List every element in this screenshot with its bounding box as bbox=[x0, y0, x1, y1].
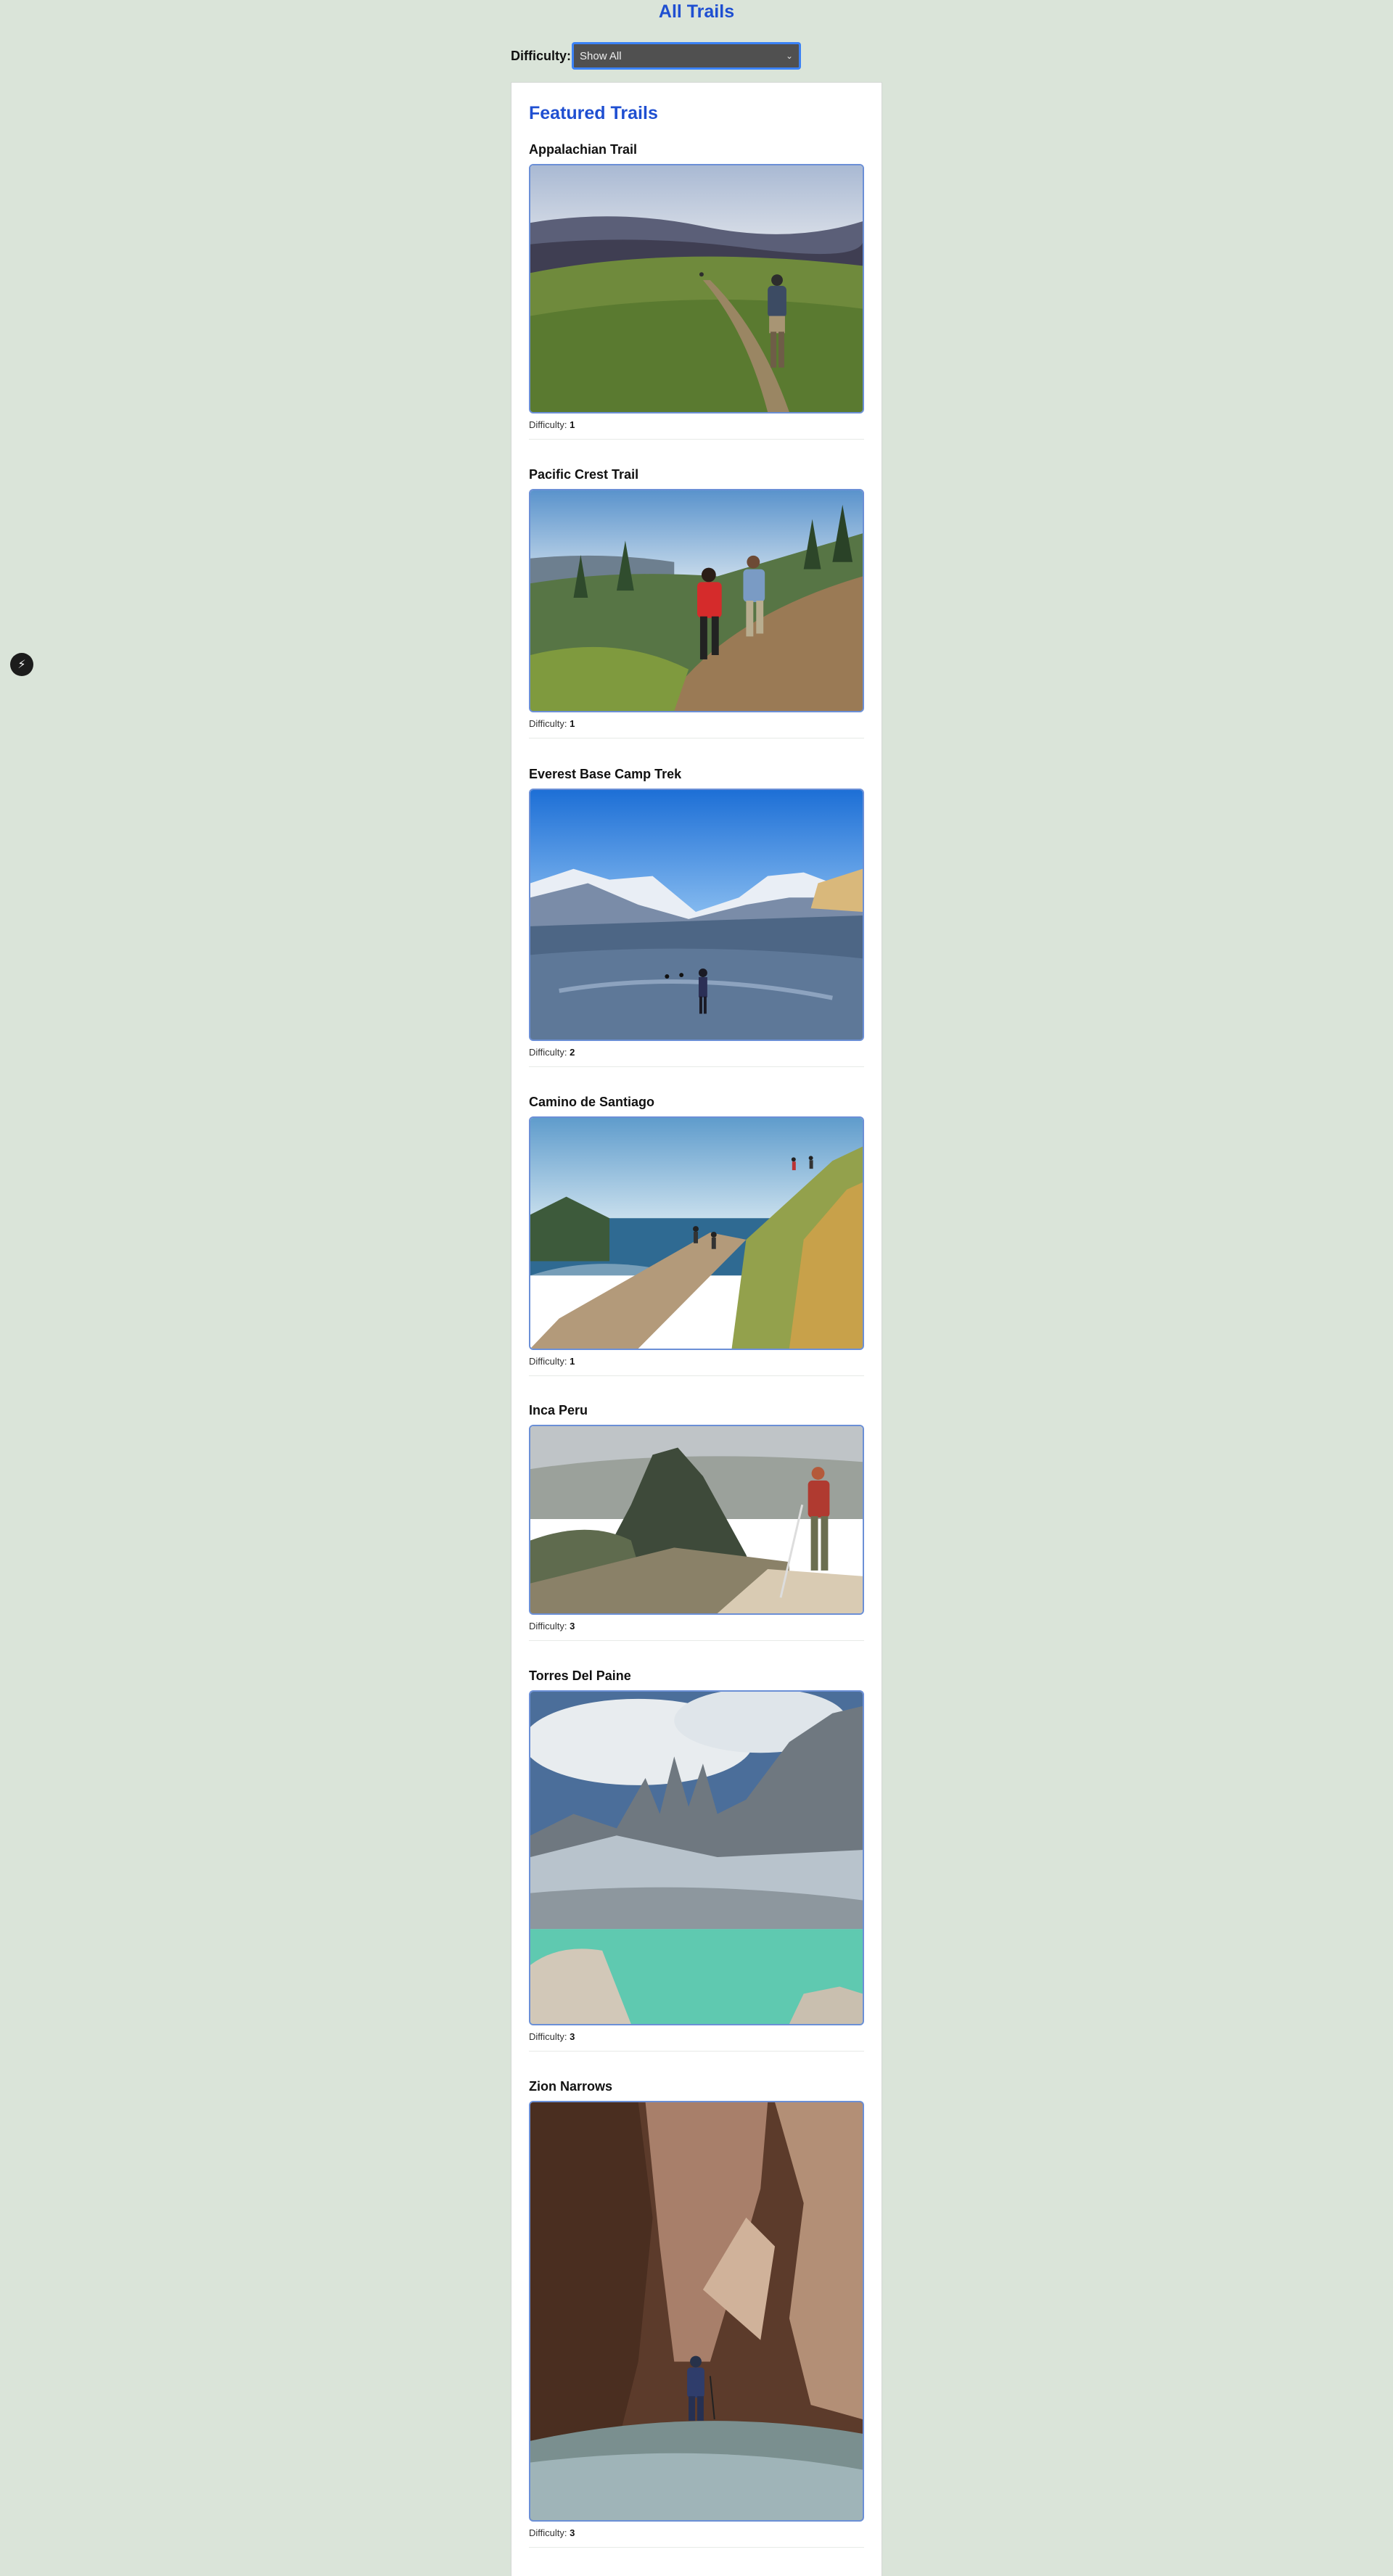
trail-name: Torres Del Paine bbox=[529, 1668, 631, 1683]
trail-difficulty: Difficulty: 1 bbox=[529, 419, 575, 430]
trail-name: Everest Base Camp Trek bbox=[529, 767, 682, 781]
difficulty-filter: Difficulty: Show All ⌄ bbox=[511, 41, 801, 70]
trail-difficulty: Difficulty: 1 bbox=[529, 718, 575, 729]
trail-item: Camino de Santiago Difficulty: 1 bbox=[529, 1095, 864, 1376]
trail-item: Zion Narrows Difficulty: 3 bbox=[529, 2079, 864, 2548]
divider bbox=[529, 2051, 864, 2052]
trail-difficulty: Difficulty: 2 bbox=[529, 1047, 575, 1058]
difficulty-select[interactable]: Show All ⌄ bbox=[572, 42, 801, 70]
trail-item: Torres Del Paine Difficulty: 3 bbox=[529, 1668, 864, 2052]
trail-image[interactable] bbox=[529, 789, 864, 1041]
trail-difficulty: Difficulty: 3 bbox=[529, 2527, 575, 2538]
divider bbox=[529, 1640, 864, 1641]
chevron-down-icon: ⌄ bbox=[785, 51, 793, 61]
trail-name: Zion Narrows bbox=[529, 2079, 613, 2094]
divider bbox=[529, 439, 864, 440]
page-title: All Trails bbox=[658, 1, 735, 22]
divider bbox=[529, 1375, 864, 1376]
divider bbox=[529, 1066, 864, 1067]
trail-image[interactable] bbox=[529, 1116, 864, 1350]
trail-item: Appalachian Trail Difficulty: 1 bbox=[529, 142, 864, 440]
trail-item: Pacific Crest Trail Difficulty: 1 bbox=[529, 467, 864, 738]
trail-image[interactable] bbox=[529, 489, 864, 712]
trail-image[interactable] bbox=[529, 2101, 864, 2522]
trail-name: Inca Peru bbox=[529, 1403, 588, 1417]
difficulty-select-value: Show All bbox=[580, 49, 622, 62]
difficulty-value: 3 bbox=[570, 2527, 575, 2538]
trail-image[interactable] bbox=[529, 1425, 864, 1615]
trail-name: Camino de Santiago bbox=[529, 1095, 655, 1109]
trail-difficulty: Difficulty: 3 bbox=[529, 1621, 575, 1631]
difficulty-value: 3 bbox=[570, 2031, 575, 2042]
difficulty-value: 3 bbox=[570, 1621, 575, 1631]
lightning-icon[interactable]: ⚡︎ bbox=[10, 653, 33, 676]
difficulty-value: 2 bbox=[570, 1047, 575, 1058]
trail-item: Inca Peru Difficulty: 3 bbox=[529, 1403, 864, 1641]
divider bbox=[529, 2547, 864, 2548]
difficulty-value: 1 bbox=[570, 718, 575, 729]
trail-item: Everest Base Camp Trek Difficulty: 2 bbox=[529, 767, 864, 1067]
featured-trails-card: Featured Trails Appalachian Trail Diffic… bbox=[511, 82, 882, 2576]
difficulty-value: 1 bbox=[570, 1356, 575, 1367]
trail-difficulty: Difficulty: 1 bbox=[529, 1356, 575, 1367]
difficulty-filter-label: Difficulty: bbox=[511, 48, 571, 63]
trail-name: Pacific Crest Trail bbox=[529, 467, 639, 482]
featured-trails-heading: Featured Trails bbox=[529, 103, 658, 123]
trail-image[interactable] bbox=[529, 1690, 864, 2025]
difficulty-value: 1 bbox=[570, 419, 575, 430]
trail-difficulty: Difficulty: 3 bbox=[529, 2031, 575, 2042]
trail-image[interactable] bbox=[529, 164, 864, 413]
trail-name: Appalachian Trail bbox=[529, 142, 638, 157]
